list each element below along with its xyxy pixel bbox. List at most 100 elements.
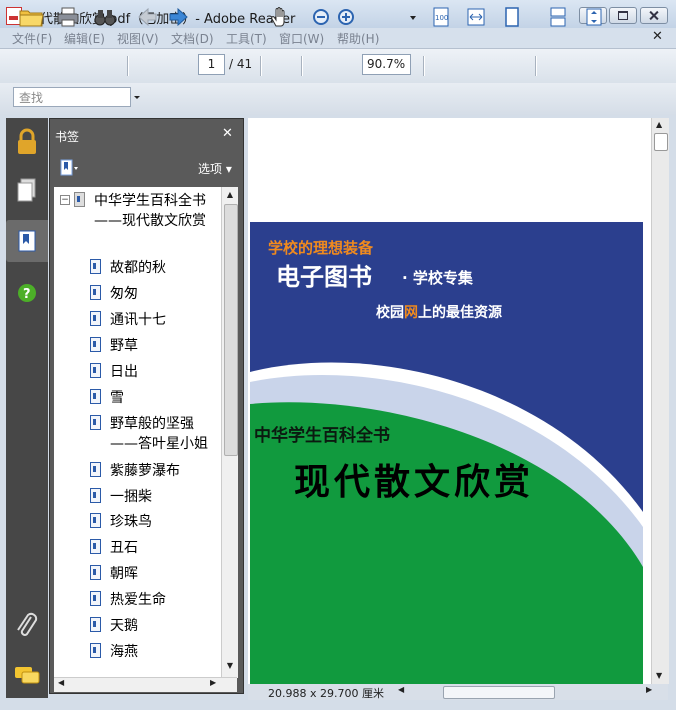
comments-icon[interactable]: [6, 655, 48, 697]
scroll-right-arrow-icon[interactable]: ▶: [210, 678, 216, 687]
find-input[interactable]: 查找: [13, 87, 131, 107]
bookmark-item[interactable]: 海燕: [110, 642, 138, 662]
find-binoculars-icon[interactable]: [93, 6, 117, 28]
bookmark-vertical-scrollbar[interactable]: ▲ ▼: [221, 187, 238, 678]
pages-panel-icon[interactable]: [6, 170, 48, 212]
cover-slogan-post: 上的最佳资源: [418, 304, 502, 321]
menu-help[interactable]: 帮助(H): [337, 30, 379, 47]
bookmark-item[interactable]: 野草: [110, 336, 138, 356]
bookmark-page-icon: [90, 311, 101, 326]
options-menu[interactable]: 选项 ▾: [198, 160, 232, 177]
bookmark-item[interactable]: 匆匆: [110, 284, 138, 304]
bookmark-scroll-thumb[interactable]: [224, 204, 238, 456]
svg-text:100: 100: [435, 14, 448, 22]
menu-document[interactable]: 文档(D): [171, 30, 214, 47]
doc-scroll-left-icon[interactable]: ◀: [398, 685, 404, 694]
cover-book-title: 现代散文欣赏: [294, 461, 534, 503]
bookmark-page-icon: [90, 389, 101, 404]
menu-tools[interactable]: 工具(T): [226, 30, 267, 47]
open-folder-icon[interactable]: [18, 6, 46, 28]
bookmark-item[interactable]: 天鹅: [110, 616, 138, 636]
zoom-in-icon[interactable]: [336, 6, 356, 28]
page-size-readout: 20.988 x 29.700 厘米: [268, 687, 384, 700]
hand-tool-icon[interactable]: [269, 6, 293, 28]
find-dropdown-icon[interactable]: [133, 93, 141, 101]
bookmark-item[interactable]: 故都的秋: [110, 258, 166, 278]
document-bookmark-icon: [74, 192, 85, 207]
status-bar: 20.988 x 29.700 厘米 ◀ ▶: [248, 684, 668, 700]
bookmark-page-icon: [90, 337, 101, 352]
attachments-paperclip-icon[interactable]: [6, 605, 48, 647]
doc-scroll-up-icon[interactable]: ▲: [656, 120, 662, 129]
cover-series: 中华学生百科全书: [254, 425, 390, 446]
zoom-out-icon[interactable]: [311, 6, 331, 28]
document-vertical-scrollbar[interactable]: ▲ ▼: [651, 118, 669, 684]
bookmark-item[interactable]: 朝晖: [110, 564, 138, 584]
doc-scroll-down-icon[interactable]: ▼: [656, 671, 662, 680]
bookmark-item[interactable]: 日出: [110, 362, 138, 382]
collapse-toggle-icon[interactable]: −: [60, 195, 70, 205]
scrolling-mode-icon[interactable]: [548, 6, 568, 28]
bookmark-page-icon: [90, 617, 101, 632]
scroll-left-arrow-icon[interactable]: ◀: [58, 678, 64, 687]
security-lock-icon[interactable]: [6, 122, 48, 164]
bookmark-item[interactable]: 野草般的坚强——答叶星小姐: [110, 414, 220, 454]
doc-scroll-right-icon[interactable]: ▶: [646, 685, 652, 694]
options-label: 选项: [198, 162, 223, 176]
next-page-icon[interactable]: [168, 6, 190, 28]
menu-bar: 文件(F) 编辑(E) 视图(V) 文档(D) 工具(T) 窗口(W) 帮助(H…: [0, 28, 676, 48]
bookmark-page-icon: [90, 259, 101, 274]
cover-brand-sub: · 学校专集: [402, 269, 474, 287]
bookmark-horizontal-scrollbar[interactable]: ◀ ▶: [54, 677, 237, 692]
page-total: / 41: [229, 57, 253, 71]
bookmark-item[interactable]: 热爱生命: [110, 590, 166, 610]
bookmark-item[interactable]: 丑石: [110, 538, 138, 558]
maximize-button[interactable]: [609, 7, 637, 24]
fit-page-icon[interactable]: [503, 6, 521, 28]
close-panel-icon[interactable]: ✕: [222, 126, 233, 141]
zoom-dropdown-icon[interactable]: [408, 6, 418, 28]
svg-text:?: ?: [23, 287, 31, 302]
bookmarks-panel-button[interactable]: [6, 220, 48, 262]
help-icon[interactable]: ?: [6, 272, 48, 314]
scroll-up-arrow-icon[interactable]: ▲: [223, 190, 237, 200]
bookmark-item[interactable]: 雪: [110, 388, 124, 408]
menu-window[interactable]: 窗口(W): [279, 30, 324, 47]
bookmark-item[interactable]: 通讯十七: [110, 310, 166, 330]
menu-edit[interactable]: 编辑(E): [64, 30, 105, 47]
bookmark-item[interactable]: 珍珠鸟: [110, 512, 152, 532]
close-document-icon[interactable]: ✕: [652, 29, 663, 44]
scroll-down-arrow-icon[interactable]: ▼: [223, 661, 237, 671]
close-window-button[interactable]: [640, 7, 668, 24]
previous-page-icon[interactable]: [136, 6, 158, 28]
bookmark-root[interactable]: 中华学生百科全书——现代散文欣赏: [94, 191, 219, 231]
bookmark-page-icon: [90, 539, 101, 554]
bookmark-page-icon: [90, 462, 101, 477]
print-icon[interactable]: [56, 6, 80, 28]
cover-slogan-net: 网: [404, 305, 418, 321]
bookmark-page-icon: [90, 488, 101, 503]
bookmark-page-icon: [90, 415, 101, 430]
menu-view[interactable]: 视图(V): [117, 30, 159, 47]
menu-file[interactable]: 文件(F): [12, 30, 52, 47]
page-number-input[interactable]: 1: [198, 54, 225, 75]
bookmark-page-icon: [90, 513, 101, 528]
zoom-input[interactable]: 90.7%: [362, 54, 411, 75]
bookmarks-panel-title: 书签: [55, 130, 80, 144]
bookmark-item[interactable]: 紫藤萝瀑布: [110, 461, 180, 481]
fit-width-icon[interactable]: [466, 6, 486, 28]
new-bookmark-icon[interactable]: [59, 158, 81, 178]
cover-slogan-pre: 校园: [376, 304, 404, 321]
cover-brand: 电子图书: [276, 263, 372, 291]
doc-scroll-thumb[interactable]: [654, 133, 668, 151]
bookmark-item[interactable]: 一捆柴: [110, 487, 152, 507]
bookmarks-icon: [18, 230, 36, 252]
cover-tagline: 学校的理想装备: [268, 239, 374, 257]
full-screen-icon[interactable]: [584, 6, 604, 28]
bookmark-page-icon: [90, 643, 101, 658]
book-cover: 学校的理想装备 电子图书 · 学校专集 校园网上的最佳资源 中华学生百科全书 现…: [250, 222, 643, 684]
bookmark-page-icon: [90, 591, 101, 606]
actual-size-icon[interactable]: 100: [431, 6, 451, 28]
bookmark-page-icon: [90, 285, 101, 300]
doc-horizontal-scroll-thumb[interactable]: [443, 686, 555, 699]
